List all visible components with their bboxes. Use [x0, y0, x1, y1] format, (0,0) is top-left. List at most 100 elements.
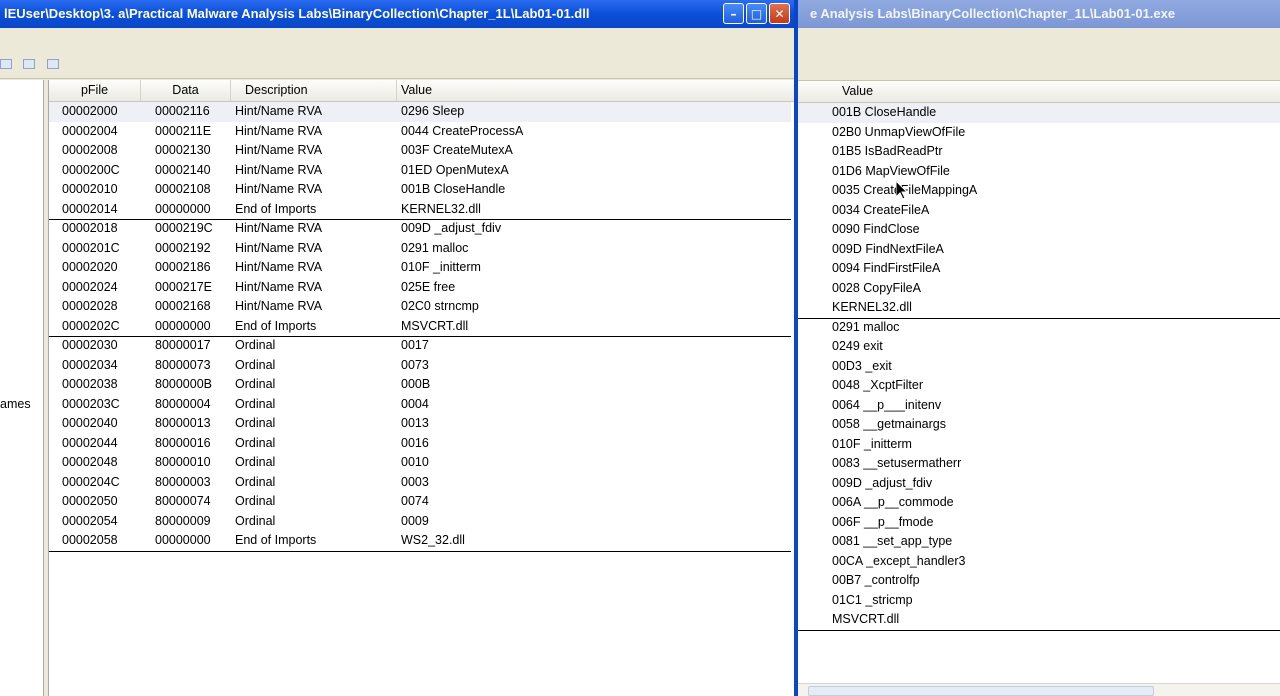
list-item[interactable]: 001B CloseHandle [798, 103, 1280, 123]
list-item[interactable]: 0028 CopyFileA [798, 279, 1280, 299]
cell-value: 0010 [401, 455, 429, 469]
list-item[interactable]: 010F _initterm [798, 435, 1280, 455]
maximize-button[interactable]: □ [746, 3, 767, 24]
column-value[interactable]: Value [842, 81, 873, 102]
list-item[interactable]: 01B5 IsBadReadPtr [798, 142, 1280, 162]
list-item[interactable]: MSVCRT.dll [798, 610, 1280, 631]
cell-description: Hint/Name RVA [235, 221, 323, 235]
cell-pfile: 00002050 [62, 494, 118, 508]
cell-data: 00002116 [155, 104, 210, 118]
cell-value: 0081 __set_app_type [832, 534, 953, 548]
list-item[interactable]: 0034 CreateFileA [798, 201, 1280, 221]
cell-description: Hint/Name RVA [235, 279, 323, 294]
list-item[interactable]: 0064 __p___initenv [798, 396, 1280, 416]
cell-data: 80000009 [155, 513, 211, 528]
table-row[interactable]: 00002024 0000217E Hint/Name RVA 025E free [49, 278, 791, 298]
table-row[interactable]: 00002054 80000009 Ordinal 0009 [49, 512, 791, 532]
list-item[interactable]: 0249 exit [798, 337, 1280, 357]
minimize-button[interactable]: – [723, 3, 744, 24]
cell-data: 00000000 [155, 533, 211, 547]
table-row[interactable]: 00002000 00002116 Hint/Name RVA 0296 Sleep [49, 102, 791, 122]
column-value[interactable]: Value [397, 80, 794, 101]
cell-value: 0073 [401, 357, 429, 372]
table-row[interactable]: 00002020 00002186 Hint/Name RVA 010F _initt… [49, 258, 791, 278]
table-row[interactable]: 00002044 80000016 Ordinal 0016 [49, 434, 791, 454]
table-row[interactable]: 00002018 0000219C Hint/Name RVA 009D _adjus… [49, 219, 791, 239]
table-row[interactable]: 00002030 80000017 Ordinal 0017 [49, 336, 791, 356]
table-row[interactable]: 0000204C 80000003 Ordinal 0003 [49, 473, 791, 493]
list-item[interactable]: 0048 _XcptFilter [798, 376, 1280, 396]
exe-toolbar [798, 28, 1280, 81]
view-list-icon[interactable] [23, 59, 35, 69]
table-row[interactable]: 0000200C 00002140 Hint/Name RVA 01ED OpenMu… [49, 161, 791, 181]
cell-data: 80000003 [155, 474, 211, 489]
table-row[interactable]: 00002014 00000000 End of Imports KERNEL32.d… [49, 200, 791, 220]
cell-value: 01B5 IsBadReadPtr [832, 144, 943, 158]
exe-window-titlebar[interactable]: e Analysis Labs\BinaryCollection\Chapter… [798, 0, 1280, 28]
cell-data: 00002108 [155, 182, 211, 196]
close-button[interactable]: ✕ [769, 3, 790, 24]
list-item[interactable]: 009D FindNextFileA [798, 240, 1280, 260]
list-item[interactable]: 009D _adjust_fdiv [798, 474, 1280, 494]
cell-value: 0058 __getmainargs [832, 417, 946, 431]
table-row[interactable]: 00002008 00002130 Hint/Name RVA 003F Create… [49, 141, 791, 161]
table-row[interactable]: 00002058 00000000 End of Imports WS2_32.dll [49, 531, 791, 552]
table-row[interactable]: 00002048 80000010 Ordinal 0010 [49, 453, 791, 473]
column-data[interactable]: Data [141, 80, 231, 101]
list-item[interactable]: 01C1 _stricmp [798, 591, 1280, 611]
cell-value: 025E free [401, 279, 456, 294]
table-row[interactable]: 00002038 8000000B Ordinal 000B [49, 375, 791, 395]
cell-description: Ordinal [235, 396, 276, 411]
scrollbar-thumb[interactable] [808, 686, 1154, 696]
cell-value: 0048 _XcptFilter [832, 378, 924, 392]
menu-bar [0, 28, 794, 50]
horizontal-scrollbar[interactable] [798, 683, 1280, 696]
cell-value: 01D6 MapViewOfFile [832, 163, 950, 178]
list-item[interactable]: 0291 malloc [798, 318, 1280, 338]
table-row[interactable]: 0000203C 80000004 Ordinal 0004 [49, 395, 791, 415]
list-item[interactable]: 006A __p__commode [798, 493, 1280, 513]
column-pfile[interactable]: pFile [49, 80, 141, 101]
list-item[interactable]: 02B0 UnmapViewOfFile [798, 123, 1280, 143]
cell-data: 00000000 [155, 318, 211, 333]
table-row[interactable]: 00002010 00002108 Hint/Name RVA 001B CloseH… [49, 180, 791, 200]
cell-description: Ordinal [235, 455, 276, 469]
table-row[interactable]: 00002004 0000211E Hint/Name RVA 0044 Create… [49, 122, 791, 142]
list-item[interactable]: 0083 __setusermatherr [798, 454, 1280, 474]
tree-item-imported-names[interactable]: ames [0, 397, 31, 411]
table-row[interactable]: 0000202C 00000000 End of Imports MSVCRT.dll [49, 317, 791, 337]
table-row[interactable]: 00002028 00002168 Hint/Name RVA 02C0 strncm… [49, 297, 791, 317]
list-item[interactable]: 0058 __getmainargs [798, 415, 1280, 435]
cell-data: 80000013 [155, 416, 211, 430]
view-details-icon[interactable] [47, 59, 59, 69]
column-description[interactable]: Description [231, 80, 397, 101]
list-item[interactable]: 006F __p__fmode [798, 513, 1280, 533]
list-item[interactable]: 0090 FindClose [798, 220, 1280, 240]
list-item[interactable]: 00D3 _exit [798, 357, 1280, 377]
list-item[interactable]: 00B7 _controlfp [798, 571, 1280, 591]
list-item[interactable]: 0081 __set_app_type [798, 532, 1280, 552]
view-icon[interactable] [0, 59, 12, 69]
cell-description: Ordinal [235, 416, 276, 430]
list-item[interactable]: KERNEL32.dll [798, 298, 1280, 319]
list-item[interactable]: 00CA _except_handler3 [798, 552, 1280, 572]
table-row[interactable]: 00002034 80000073 Ordinal 0073 [49, 356, 791, 376]
cell-value: 0074 [401, 494, 429, 508]
cell-value: 0094 FindFirstFileA [832, 261, 941, 275]
list-item[interactable]: 01D6 MapViewOfFile [798, 162, 1280, 182]
cell-pfile: 0000204C [62, 474, 120, 489]
cell-value: 0028 CopyFileA [832, 280, 921, 295]
list-item[interactable]: 0094 FindFirstFileA [798, 259, 1280, 279]
tree-pane[interactable]: ames [0, 80, 44, 696]
cell-value: 001B CloseHandle [832, 105, 937, 119]
table-header: pFile Data Description Value [49, 80, 794, 102]
cell-data: 00002140 [155, 162, 211, 177]
table-row[interactable]: 00002050 80000074 Ordinal 0074 [49, 492, 791, 512]
cell-description: Ordinal [235, 357, 276, 372]
table-row[interactable]: 0000201C 00002192 Hint/Name RVA 0291 malloc [49, 239, 791, 259]
list-item[interactable]: 0035 CreateFileMappingA [798, 181, 1280, 201]
cell-data: 00002168 [155, 299, 211, 313]
table-row[interactable]: 00002040 80000013 Ordinal 0013 [49, 414, 791, 434]
dll-window-titlebar[interactable]: lEUser\Desktop\3. a\Practical Malware An… [0, 0, 794, 28]
cell-pfile: 00002000 [62, 104, 118, 118]
